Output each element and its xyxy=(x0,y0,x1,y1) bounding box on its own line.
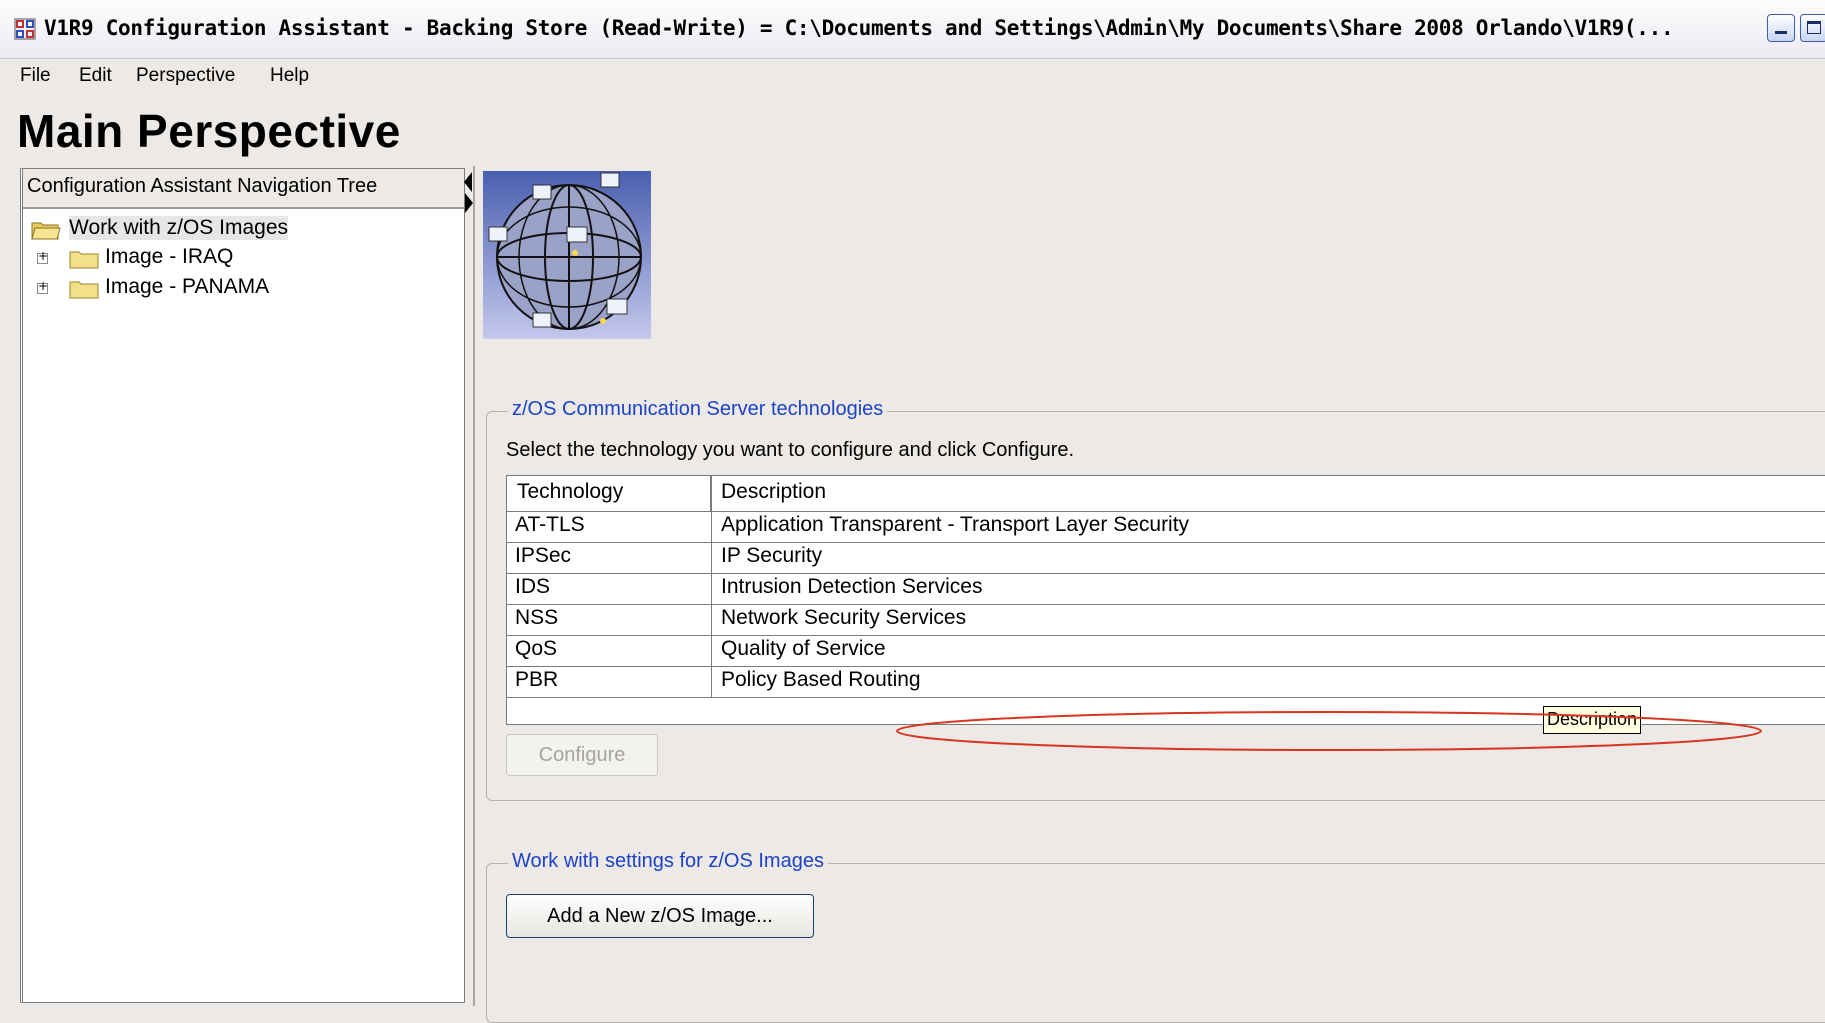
technology-table: Technology Description AT-TLS Applicatio… xyxy=(506,475,1825,725)
configure-button[interactable]: Configure xyxy=(506,734,658,776)
menu-edit[interactable]: Edit xyxy=(79,65,112,87)
tree-label-iraq: Image - IRAQ xyxy=(105,245,234,268)
title-bar: V1R9 Configuration Assistant - Backing S… xyxy=(0,0,1825,59)
plus-icon: + xyxy=(38,249,49,263)
cell-technology: QoS xyxy=(515,637,558,660)
images-group-title: Work with settings for z/OS Images xyxy=(508,850,828,873)
nav-header: Configuration Assistant Navigation Tree xyxy=(23,169,464,209)
minimize-button[interactable] xyxy=(1767,14,1795,42)
table-row[interactable]: QoS Quality of Service xyxy=(507,636,1825,667)
column-divider xyxy=(711,476,712,698)
main-content: z/OS Communication Server technologies S… xyxy=(470,166,1825,1023)
cell-description: Quality of Service xyxy=(721,637,886,660)
tree-item-panama[interactable]: + Image - PANAMA xyxy=(29,273,359,303)
technologies-instruction: Select the technology you want to config… xyxy=(506,439,1075,461)
cell-technology: IDS xyxy=(515,575,551,598)
technologies-group-title: z/OS Communication Server technologies xyxy=(508,398,888,421)
folder-icon xyxy=(69,251,99,269)
cell-technology: AT-TLS xyxy=(515,513,585,536)
tree-label-panama: Image - PANAMA xyxy=(105,275,270,298)
network-globe-icon xyxy=(483,171,651,339)
window-title: V1R9 Configuration Assistant - Backing S… xyxy=(44,16,1674,40)
table-row[interactable]: NSS Network Security Services xyxy=(507,605,1825,636)
highlight-ellipse xyxy=(896,711,1762,751)
app-grid-icon xyxy=(14,18,36,40)
plus-icon: + xyxy=(38,279,49,293)
cell-technology: IPSec xyxy=(515,544,572,567)
cell-description: IP Security xyxy=(721,544,823,567)
table-row[interactable]: AT-TLS Application Transparent - Transpo… xyxy=(507,512,1825,543)
tree-item-iraq[interactable]: + Image - IRAQ xyxy=(29,243,359,273)
maximize-icon xyxy=(1807,21,1821,34)
images-group xyxy=(486,863,1825,1023)
add-image-button[interactable]: Add a New z/OS Image... xyxy=(506,894,814,938)
navigation-tree-panel: Configuration Assistant Navigation Tree … xyxy=(20,168,465,1003)
menu-file[interactable]: File xyxy=(20,65,51,87)
cell-description: Policy Based Routing xyxy=(721,668,921,691)
cell-description: Intrusion Detection Services xyxy=(721,575,983,598)
column-header-technology[interactable]: Technology xyxy=(507,476,711,512)
cell-technology: NSS xyxy=(515,606,559,629)
open-folder-icon xyxy=(31,222,61,240)
minimize-icon xyxy=(1775,31,1787,34)
column-header-description[interactable]: Description xyxy=(711,476,1825,512)
tree-label-root: Work with z/OS Images xyxy=(69,216,289,240)
page-title: Main Perspective xyxy=(17,105,401,157)
menu-help[interactable]: Help xyxy=(270,65,309,87)
tree-item-root[interactable]: Work with z/OS Images xyxy=(29,214,359,244)
menu-bar: File Edit Perspective Help xyxy=(0,60,1825,92)
cell-technology: PBR xyxy=(515,668,559,691)
table-row[interactable]: IPSec IP Security xyxy=(507,543,1825,574)
maximize-button[interactable] xyxy=(1800,14,1825,42)
menu-perspective[interactable]: Perspective xyxy=(136,65,235,87)
cell-description: Application Transparent - Transport Laye… xyxy=(721,513,1190,536)
expand-panama-button[interactable]: + xyxy=(37,279,48,294)
cell-description: Network Security Services xyxy=(721,606,967,629)
table-row[interactable]: IDS Intrusion Detection Services xyxy=(507,574,1825,605)
folder-icon xyxy=(69,281,99,299)
expand-iraq-button[interactable]: + xyxy=(37,249,48,264)
table-row[interactable]: PBR Policy Based Routing xyxy=(507,667,1825,698)
nav-header-label: Configuration Assistant Navigation Tree xyxy=(27,175,378,197)
